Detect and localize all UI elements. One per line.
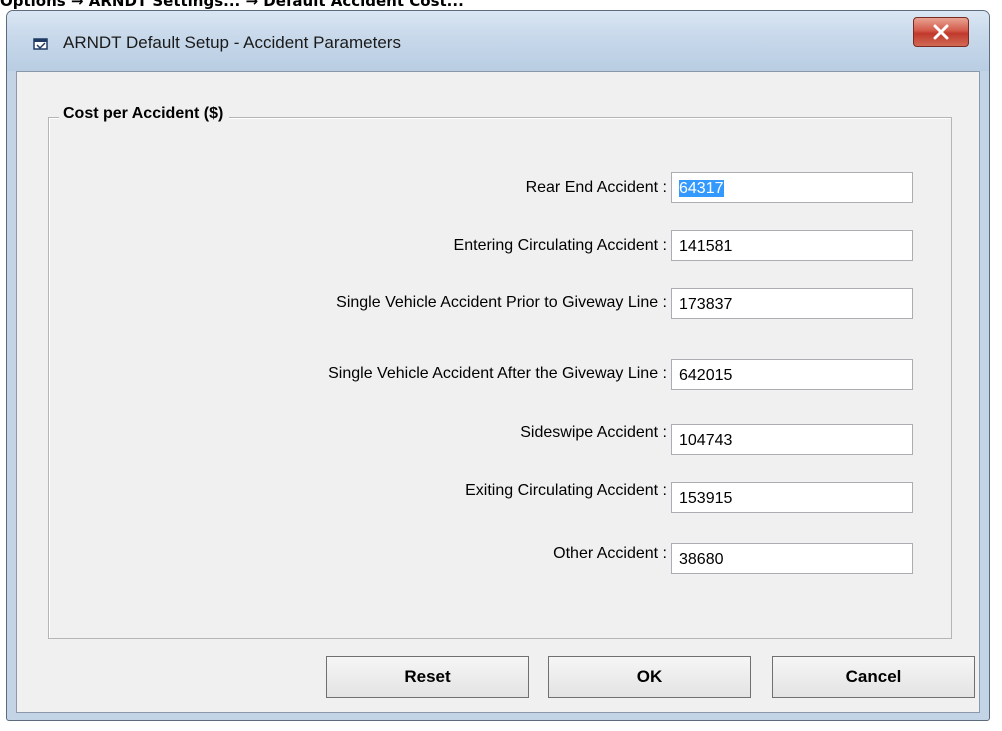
close-button[interactable] xyxy=(913,17,969,47)
window-app-icon[interactable] xyxy=(33,37,49,51)
single-vehicle-prior-input[interactable]: 173837 xyxy=(671,288,913,319)
dialog-window: ARNDT Default Setup - Accident Parameter… xyxy=(6,10,990,721)
entering-circulating-label: Entering Circulating Accident : xyxy=(453,237,667,254)
close-icon xyxy=(933,24,949,40)
other-accident-input[interactable]: 38680 xyxy=(671,543,913,574)
entering-circulating-input[interactable]: 141581 xyxy=(671,230,913,261)
other-accident-label: Other Accident : xyxy=(553,545,667,562)
single-vehicle-after-label: Single Vehicle Accident After the Givewa… xyxy=(328,365,667,382)
rear-end-input[interactable]: 64317 xyxy=(671,172,913,203)
ok-button[interactable]: OK xyxy=(548,656,751,698)
sideswipe-label: Sideswipe Accident : xyxy=(520,424,667,441)
cancel-button[interactable]: Cancel xyxy=(772,656,975,698)
exiting-circulating-label: Exiting Circulating Accident : xyxy=(465,482,667,499)
dialog-client-area: Cost per Accident ($) Rear End Accident … xyxy=(16,71,980,713)
exiting-circulating-input[interactable]: 153915 xyxy=(671,482,913,513)
single-vehicle-after-input[interactable]: 642015 xyxy=(671,359,913,390)
reset-button[interactable]: Reset xyxy=(326,656,529,698)
window-title: ARNDT Default Setup - Accident Parameter… xyxy=(63,33,401,52)
sideswipe-input[interactable]: 104743 xyxy=(671,424,913,455)
title-bar[interactable]: ARNDT Default Setup - Accident Parameter… xyxy=(7,11,989,71)
cost-per-accident-group: Cost per Accident ($) Rear End Accident … xyxy=(48,105,952,639)
single-vehicle-prior-label: Single Vehicle Accident Prior to Giveway… xyxy=(336,294,667,311)
rear-end-label: Rear End Accident : xyxy=(525,179,667,196)
breadcrumb-caption: Options → ARNDT Settings... → Default Ac… xyxy=(0,0,464,10)
group-title: Cost per Accident ($) xyxy=(59,105,230,123)
